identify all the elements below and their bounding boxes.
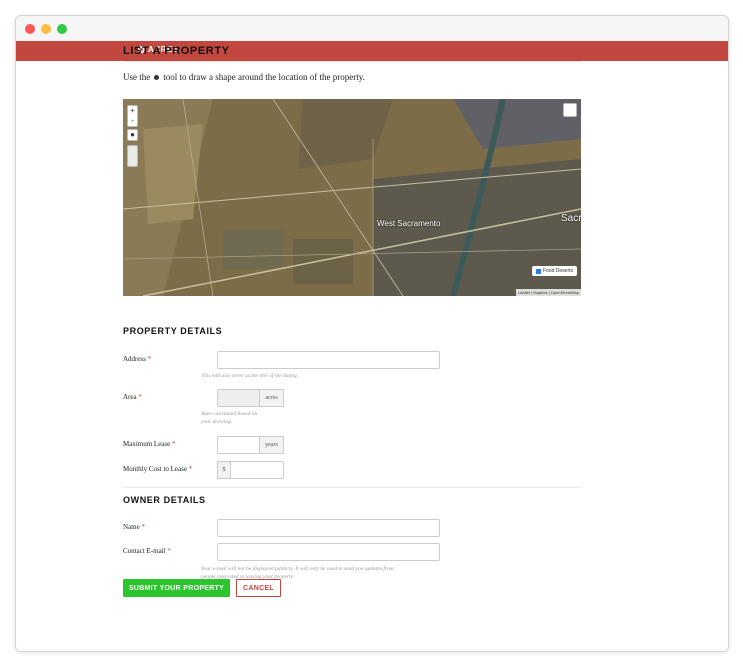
map-city-label: Sacram bbox=[561, 213, 581, 224]
cancel-button[interactable]: CANCEL bbox=[236, 579, 281, 597]
zoom-control: + - bbox=[127, 105, 138, 127]
minimize-window-button[interactable] bbox=[41, 24, 51, 34]
map-attribution[interactable]: Leaflet | Mapbox | OpenStreetMap bbox=[515, 289, 581, 296]
email-label: Contact E-mail * bbox=[123, 547, 171, 555]
edit-layers-control[interactable] bbox=[127, 145, 138, 167]
close-window-button[interactable] bbox=[25, 24, 35, 34]
monthly-cost-input[interactable] bbox=[230, 461, 284, 479]
satellite-imagery bbox=[123, 99, 581, 296]
draw-tool-icon: ● bbox=[130, 130, 135, 139]
area-help: Auto-calculated based on your drawing. bbox=[201, 410, 257, 426]
window-titlebar bbox=[16, 16, 728, 41]
monthly-cost-label: Monthly Cost to Lease * bbox=[123, 465, 192, 473]
draw-tool-icon bbox=[154, 74, 160, 80]
legend-label: Food Deserts bbox=[542, 268, 573, 274]
address-label-text: Address bbox=[123, 355, 146, 363]
email-help-line: Your e-mail will not be displayed public… bbox=[201, 566, 394, 572]
max-lease-input[interactable] bbox=[217, 436, 260, 454]
name-label: Name * bbox=[123, 523, 145, 531]
area-label-text: Area bbox=[123, 393, 137, 401]
owner-details-title: OWNER DETAILS bbox=[123, 495, 206, 505]
required-mark: * bbox=[167, 547, 171, 555]
layers-toggle-icon[interactable] bbox=[563, 103, 577, 117]
submit-property-button[interactable]: SUBMIT YOUR PROPERTY bbox=[123, 579, 230, 597]
lease-label: Maximum Lease * bbox=[123, 440, 176, 448]
lease-label-text: Maximum Lease bbox=[123, 440, 171, 448]
property-details-title: PROPERTY DETAILS bbox=[123, 326, 223, 336]
currency-addon: $ bbox=[217, 461, 231, 479]
address-help: This will also serve as the title of the… bbox=[201, 373, 299, 379]
map-city-label: West Sacramento bbox=[377, 219, 441, 228]
owner-name-input[interactable] bbox=[217, 519, 440, 537]
lease-unit-addon: years bbox=[259, 436, 284, 454]
instructions-suffix: tool to draw a shape around the location… bbox=[163, 72, 365, 82]
name-label-text: Name bbox=[123, 523, 140, 531]
required-mark: * bbox=[138, 393, 142, 401]
legend-checkbox[interactable] bbox=[535, 268, 541, 274]
zoom-out-button[interactable]: - bbox=[128, 116, 137, 126]
contact-email-input[interactable] bbox=[217, 543, 440, 561]
area-help-line: Auto-calculated based on bbox=[201, 411, 258, 417]
zoom-in-button[interactable]: + bbox=[128, 106, 137, 116]
email-label-text: Contact E-mail bbox=[123, 547, 166, 555]
area-label: Area * bbox=[123, 393, 142, 401]
map-instructions: Use the tool to draw a shape around the … bbox=[123, 72, 581, 82]
required-mark: * bbox=[172, 440, 176, 448]
page-header: LIST A PROPERTY Use the tool to draw a s… bbox=[123, 45, 581, 82]
section-divider bbox=[123, 487, 581, 488]
required-mark: * bbox=[141, 523, 145, 531]
address-label: Address * bbox=[123, 355, 151, 363]
page-title: LIST A PROPERTY bbox=[123, 45, 581, 62]
instructions-prefix: Use the bbox=[123, 72, 151, 82]
cost-label-text: Monthly Cost to Lease bbox=[123, 465, 187, 473]
draw-shape-button[interactable]: ● bbox=[127, 129, 138, 141]
maximize-window-button[interactable] bbox=[57, 24, 67, 34]
area-help-line: your drawing. bbox=[201, 419, 233, 425]
property-map[interactable]: + - ● West Sacramento Sacram Food Desert… bbox=[123, 99, 581, 296]
address-input[interactable] bbox=[217, 351, 440, 369]
area-input bbox=[217, 389, 260, 407]
map-legend[interactable]: Food Deserts bbox=[531, 266, 577, 276]
required-mark: * bbox=[188, 465, 193, 473]
area-unit-addon: acres bbox=[259, 389, 284, 407]
required-mark: * bbox=[147, 355, 152, 363]
